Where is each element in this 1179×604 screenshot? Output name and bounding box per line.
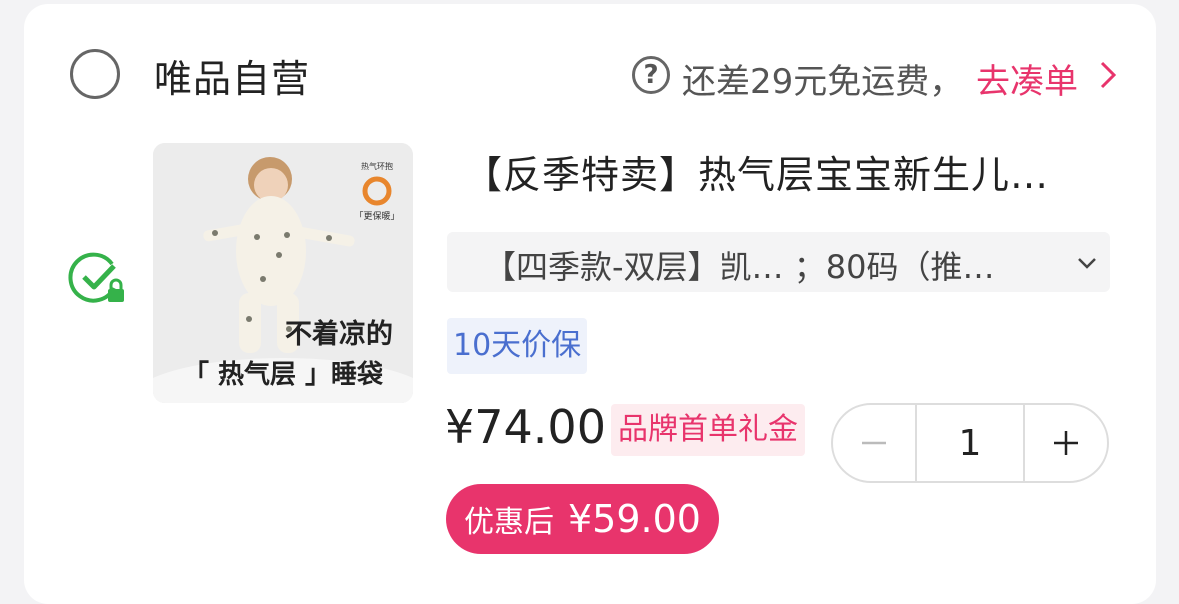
- image-headline-2: 「 热气层 」睡袋: [183, 359, 384, 390]
- add-items-link[interactable]: 去凑单: [976, 54, 1078, 103]
- sku-text: 【四季款-双层】凯… ；80码（推…: [484, 248, 995, 286]
- cart-shop-card: 唯品自营 ? 还差29元免运费， 去凑单 热气环抱 「更保暖」 不着凉的 「 热…: [24, 4, 1156, 604]
- plus-icon: [1053, 431, 1078, 455]
- check-circle-lock-icon[interactable]: [68, 248, 128, 308]
- product-title[interactable]: 【反季特卖】热气层宝宝新生儿…: [464, 144, 1104, 199]
- shop-select-radio[interactable]: [70, 49, 120, 99]
- increase-button[interactable]: [1025, 405, 1107, 481]
- image-headline-1: 不着凉的: [285, 318, 393, 350]
- minus-icon: [862, 441, 887, 445]
- quantity-stepper: 1: [831, 403, 1109, 483]
- product-price: ¥74.00: [445, 400, 606, 454]
- decrease-button[interactable]: [833, 405, 915, 481]
- chevron-down-icon: [1078, 258, 1096, 269]
- quantity-value[interactable]: 1: [915, 405, 1025, 481]
- badge-top-text: 热气环抱: [361, 161, 393, 171]
- coupon-tag: 品牌首单礼金: [611, 404, 805, 456]
- shop-name[interactable]: 唯品自营: [154, 48, 310, 103]
- shipping-notice: 还差29元免运费，: [682, 62, 964, 102]
- price-protect-tag: 10天价保: [447, 318, 588, 374]
- product-thumbnail[interactable]: 热气环抱 「更保暖」 不着凉的 「 热气层 」睡袋: [153, 143, 413, 403]
- final-price-label: 优惠后: [464, 505, 554, 540]
- chevron-right-icon[interactable]: [1094, 60, 1122, 90]
- sku-selector[interactable]: 【四季款-双层】凯… ；80码（推…: [447, 232, 1110, 292]
- product-image: 热气环抱 「更保暖」 不着凉的 「 热气层 」睡袋: [153, 143, 413, 403]
- final-price-value: ¥59.00: [568, 497, 701, 541]
- final-price-badge: 优惠后 ¥59.00: [446, 484, 719, 554]
- question-circle-icon[interactable]: ?: [632, 56, 670, 94]
- badge-bottom-text: 「更保暖」: [354, 210, 399, 222]
